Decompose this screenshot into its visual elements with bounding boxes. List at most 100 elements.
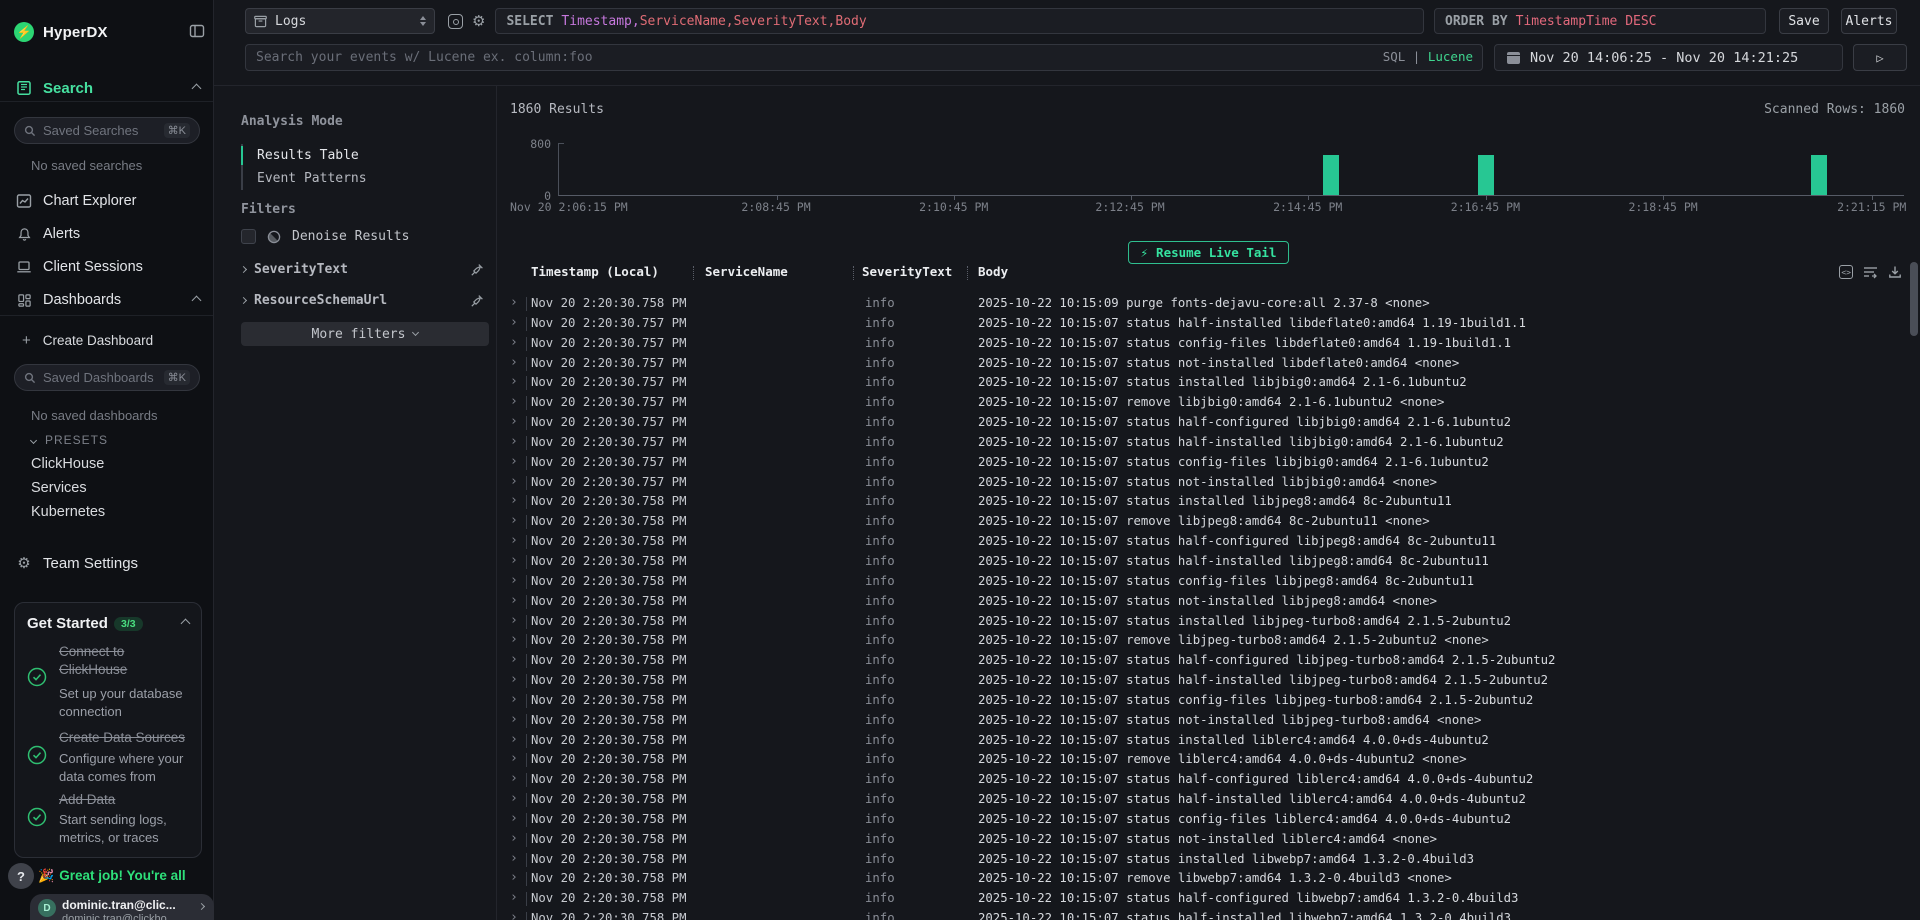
mode-results-table[interactable]: Results Table [243,144,367,167]
row-expand-icon[interactable]: › [510,374,518,389]
row-expand-icon[interactable]: › [510,910,518,920]
run-query-button[interactable]: ▷ [1853,44,1907,71]
table-row[interactable]: ›Nov 20 2:20:30.758 PMinfo2025-10-22 10:… [497,869,1920,889]
help-button[interactable]: ? [8,863,34,889]
time-range-picker[interactable]: Nov 20 14:06:25 - Nov 20 14:21:25 [1494,44,1843,71]
select-query-input[interactable]: SELECT Timestamp,ServiceName,SeverityTex… [495,8,1424,34]
row-expand-icon[interactable]: › [510,394,518,409]
row-expand-icon[interactable]: › [510,632,518,647]
row-expand-icon[interactable]: › [510,335,518,350]
sidebar-item-chart-explorer[interactable]: Chart Explorer [0,188,214,214]
table-row[interactable]: ›Nov 20 2:20:30.757 PMinfo2025-10-22 10:… [497,473,1920,493]
table-row[interactable]: ›Nov 20 2:20:30.757 PMinfo2025-10-22 10:… [497,413,1920,433]
download-icon[interactable] [1888,265,1902,279]
denoise-checkbox[interactable] [241,229,256,244]
pin-icon[interactable] [470,294,484,308]
create-dashboard-button[interactable]: + Create Dashboard [0,330,214,350]
table-row[interactable]: ›Nov 20 2:20:30.758 PMinfo2025-10-22 10:… [497,691,1920,711]
row-expand-icon[interactable]: › [510,890,518,905]
row-expand-icon[interactable]: › [510,771,518,786]
code-view-icon[interactable]: <> [1839,265,1853,279]
table-row[interactable]: ›Nov 20 2:20:30.758 PMinfo2025-10-22 10:… [497,631,1920,651]
row-expand-icon[interactable]: › [510,553,518,568]
sidebar-item-client-sessions[interactable]: Client Sessions [0,254,214,280]
presets-toggle[interactable]: PRESETS [31,433,108,447]
row-expand-icon[interactable]: › [510,751,518,766]
gear-icon[interactable]: ⚙ [472,12,485,30]
row-expand-icon[interactable]: › [510,474,518,489]
user-menu[interactable]: D dominic.tran@clic... dominic.tran@clic… [30,894,214,920]
row-expand-icon[interactable]: › [510,573,518,588]
preset-kubernetes[interactable]: Kubernetes [31,504,105,520]
table-row[interactable]: ›Nov 20 2:20:30.758 PMinfo2025-10-22 10:… [497,731,1920,751]
col-servicename[interactable]: ServiceName [705,264,788,279]
row-expand-icon[interactable]: › [510,811,518,826]
row-expand-icon[interactable]: › [510,870,518,885]
table-row[interactable]: ›Nov 20 2:20:30.757 PMinfo2025-10-22 10:… [497,334,1920,354]
table-row[interactable]: ›Nov 20 2:20:30.758 PMinfo2025-10-22 10:… [497,532,1920,552]
row-expand-icon[interactable]: › [510,533,518,548]
app-logo[interactable]: ⚡ HyperDX [14,22,108,42]
sidebar-item-team-settings[interactable]: ⚙ Team Settings [0,550,214,576]
row-expand-icon[interactable]: › [510,712,518,727]
table-row[interactable]: ›Nov 20 2:20:30.757 PMinfo2025-10-22 10:… [497,354,1920,374]
table-row[interactable]: ›Nov 20 2:20:30.758 PMinfo2025-10-22 10:… [497,612,1920,632]
row-expand-icon[interactable]: › [510,593,518,608]
col-body[interactable]: Body [978,264,1008,279]
sidebar-item-dashboards[interactable]: Dashboards [0,287,214,313]
row-expand-icon[interactable]: › [510,791,518,806]
col-severitytext[interactable]: SeverityText [862,264,952,279]
chevron-up-icon[interactable] [181,619,191,629]
row-expand-icon[interactable]: › [510,355,518,370]
row-expand-icon[interactable]: › [510,434,518,449]
table-row[interactable]: ›Nov 20 2:20:30.758 PMinfo2025-10-22 10:… [497,711,1920,731]
preset-clickhouse[interactable]: ClickHouse [31,456,104,472]
row-expand-icon[interactable]: › [510,315,518,330]
row-expand-icon[interactable]: › [510,513,518,528]
column-resize-handle[interactable] [967,266,968,280]
table-row[interactable]: ›Nov 20 2:20:30.758 PMinfo2025-10-22 10:… [497,889,1920,909]
table-row[interactable]: ›Nov 20 2:20:30.758 PMinfo2025-10-22 10:… [497,592,1920,612]
row-expand-icon[interactable]: › [510,295,518,310]
column-resize-handle[interactable] [853,266,854,280]
table-row[interactable]: ›Nov 20 2:20:30.758 PMinfo2025-10-22 10:… [497,512,1920,532]
table-row[interactable]: ›Nov 20 2:20:30.757 PMinfo2025-10-22 10:… [497,453,1920,473]
table-row[interactable]: ›Nov 20 2:20:30.758 PMinfo2025-10-22 10:… [497,850,1920,870]
query-language-toggle[interactable]: SQL | Lucene [1383,49,1473,64]
table-row[interactable]: ›Nov 20 2:20:30.757 PMinfo2025-10-22 10:… [497,314,1920,334]
saved-dashboards-input[interactable]: Saved Dashboards ⌘K [14,364,200,391]
table-row[interactable]: ›Nov 20 2:20:30.758 PMinfo2025-10-22 10:… [497,572,1920,592]
vertical-scrollbar[interactable] [1910,262,1918,336]
wrap-lines-icon[interactable] [1863,266,1878,279]
sidebar-collapse-icon[interactable] [189,23,205,39]
table-row[interactable]: ›Nov 20 2:20:30.758 PMinfo2025-10-22 10:… [497,552,1920,572]
table-row[interactable]: ›Nov 20 2:20:30.758 PMinfo2025-10-22 10:… [497,651,1920,671]
preset-services[interactable]: Services [31,480,87,496]
table-row[interactable]: ›Nov 20 2:20:30.758 PMinfo2025-10-22 10:… [497,294,1920,314]
more-filters-button[interactable]: More filters [241,322,489,346]
row-expand-icon[interactable]: › [510,851,518,866]
table-row[interactable]: ›Nov 20 2:20:30.757 PMinfo2025-10-22 10:… [497,373,1920,393]
resume-live-tail-button[interactable]: ⚡ Resume Live Tail [1128,241,1290,264]
table-row[interactable]: ›Nov 20 2:20:30.758 PMinfo2025-10-22 10:… [497,810,1920,830]
column-resize-handle[interactable] [693,266,694,280]
source-select[interactable]: Logs [245,8,435,34]
table-row[interactable]: ›Nov 20 2:20:30.758 PMinfo2025-10-22 10:… [497,830,1920,850]
row-expand-icon[interactable]: › [510,454,518,469]
table-row[interactable]: ›Nov 20 2:20:30.758 PMinfo2025-10-22 10:… [497,492,1920,512]
filter-group-severitytext[interactable]: SeverityText [241,262,484,277]
histogram-bar[interactable] [1478,155,1494,195]
table-row[interactable]: ›Nov 20 2:20:30.758 PMinfo2025-10-22 10:… [497,909,1920,920]
search-input[interactable] [245,44,1483,71]
histogram-bar[interactable] [1323,155,1339,195]
save-button[interactable]: Save [1779,8,1829,34]
chevron-up-icon[interactable] [192,83,202,93]
row-expand-icon[interactable]: › [510,414,518,429]
table-row[interactable]: ›Nov 20 2:20:30.758 PMinfo2025-10-22 10:… [497,790,1920,810]
pin-icon[interactable] [470,263,484,277]
row-expand-icon[interactable]: › [510,652,518,667]
row-expand-icon[interactable]: › [510,672,518,687]
col-timestamp[interactable]: Timestamp (Local) [531,264,659,279]
denoise-results-option[interactable]: Denoise Results [241,229,409,244]
source-target-button[interactable] [448,14,463,29]
